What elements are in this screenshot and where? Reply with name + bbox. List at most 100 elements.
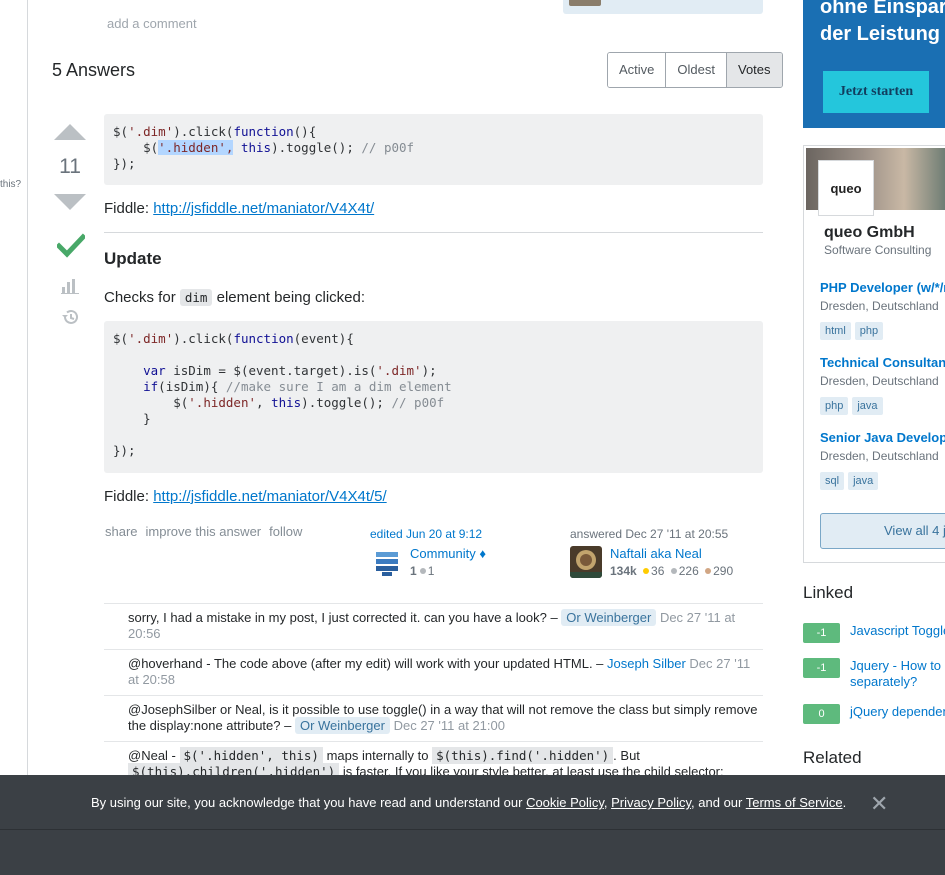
job-tag[interactable]: php [854,322,884,340]
ad-headline: ohne Einsparu der Leistung [820,0,945,45]
job-tag[interactable]: java [852,397,883,415]
author-bronze-count: 290 [713,564,734,578]
cookie-text-before: By using our site, you acknowledge that … [91,795,527,810]
editor-reputation: 11 [410,564,434,578]
checks-paragraph: Checks for dim element being clicked: [104,289,365,306]
code2-line: if(isDim){ //make sure I am a dim elemen… [143,379,452,394]
comments-list: sorry, I had a mistake in my post, I jus… [104,603,763,787]
linked-question-link[interactable]: Jquery - How to separately? [850,658,941,690]
cookie-divider [0,829,945,830]
upvote-arrow-icon[interactable] [54,124,86,140]
sidebar-advertisement[interactable]: ohne Einsparu der Leistung Jetzt starten [803,0,945,128]
editor-rep-score: 1 [410,564,417,578]
bronze-badge-icon [705,568,712,575]
linked-question-link[interactable]: Javascript Toggle [850,623,945,643]
comment-date-link[interactable]: Dec 27 '11 at 21:00 [394,718,505,733]
comment: @JosephSilber or Neal, is it possible to… [104,695,763,741]
job-tag[interactable]: java [848,472,879,490]
code2-line: $('.dim').click(function(event){ [113,331,354,346]
company-name-link[interactable]: queo GmbH [824,224,915,242]
company-jobs-card: queo queo GmbH Software Consulting PHP D… [803,145,945,563]
job-listing: Senior Java Developer Dresden, Deutschla… [820,430,945,490]
left-nav-border [27,0,28,775]
author-silver-count: 226 [678,564,699,578]
fiddle1-link[interactable]: http://jsfiddle.net/maniator/V4X4t/ [153,200,374,217]
horizontal-rule [104,232,763,233]
answer-sort-tabs: Active Oldest Votes [607,52,783,88]
comment-text: @hoverhand - The code above (after my ed… [128,656,608,671]
community-avatar[interactable] [374,546,406,578]
linked-heading: Linked [803,583,854,602]
code2-line: var isDim = $(event.target).is('.dim'); [143,363,437,378]
fiddle1-label: Fiddle: [104,200,154,217]
downvote-arrow-icon[interactable] [54,194,86,210]
inline-code-dim: dim [179,289,213,306]
view-all-jobs-button[interactable]: View all 4 jobs [820,513,945,549]
job-title-link[interactable]: Senior Java Developer [820,430,945,445]
edited-timestamp-link[interactable]: edited Jun 20 at 9:12 [370,527,482,541]
comment: @hoverhand - The code above (after my ed… [104,649,763,695]
job-listing: Technical Consultant Dresden, Deutschlan… [820,355,945,415]
author-gold-count: 36 [651,564,665,578]
cookie-policy-link[interactable]: Cookie Policy [526,795,604,810]
code2-line: }); [113,443,136,458]
comment-user-link[interactable]: Joseph Silber [607,656,686,671]
job-listing: PHP Developer (w/*/m) Dresden, Deutschla… [820,280,945,340]
follow-link[interactable]: follow [269,524,302,539]
fiddle2-label: Fiddle: [104,488,154,505]
sort-tab-oldest[interactable]: Oldest [666,53,727,87]
silver-badge-icon [670,568,677,575]
linked-score-badge[interactable]: 0 [803,704,840,724]
related-heading: Related [803,748,862,767]
comment: sorry, I had a mistake in my post, I jus… [104,603,763,649]
history-clock-icon[interactable] [60,308,80,326]
author-rep-score: 134k [610,564,637,578]
fiddle2-link[interactable]: http://jsfiddle.net/maniator/V4X4t/5/ [153,488,386,505]
author-reputation: 134k 36 226 290 [610,564,733,578]
job-tag[interactable]: html [820,322,851,340]
checks-text-after: element being clicked: [212,289,366,306]
code-block-1: $('.dim').click(function(){ $('.hidden',… [104,114,763,185]
sort-tab-votes[interactable]: Votes [726,53,782,87]
job-location: Dresden, Deutschland [820,374,939,388]
linked-question-link[interactable]: jQuery dependency [850,704,945,724]
job-tag[interactable]: php [820,397,849,415]
ad-cta-button[interactable]: Jetzt starten [823,71,929,113]
job-tag[interactable]: sql [820,472,845,490]
code1-line-3: }); [113,156,136,171]
vote-count: 11 [59,155,81,178]
linked-question: 0 jQuery dependency [803,704,945,724]
left-question-cut-text: this? [0,179,22,190]
author-avatar[interactable] [570,546,602,578]
linked-score-badge[interactable]: -1 [803,658,840,678]
editor-signature: edited Jun 20 at 9:12 Community ♦ 11 [370,526,560,578]
update-heading: Update [104,249,162,268]
code-block-2: $('.dim').click(function(event){ var isD… [104,321,763,473]
share-link[interactable]: share [105,524,138,539]
job-title-link[interactable]: PHP Developer (w/*/m) [820,280,945,295]
linked-question: -1 Jquery - How to separately? [803,658,945,690]
cookie-consent-text: By using our site, you acknowledge that … [91,795,846,810]
company-logo[interactable]: queo [818,160,874,216]
code2-line: } [113,411,151,426]
answered-timestamp: answered Dec 27 '11 at 20:55 [570,527,729,541]
author-name-link[interactable]: Naftali aka Neal [610,546,702,561]
editor-name-link[interactable]: Community ♦ [410,546,486,561]
author-signature: answered Dec 27 '11 at 20:55 Naftali aka… [570,526,763,578]
moderator-diamond-icon: ♦ [479,546,487,561]
job-title-link[interactable]: Technical Consultant [820,355,945,370]
improve-answer-link[interactable]: improve this answer [146,524,262,539]
privacy-policy-link[interactable]: Privacy Policy [611,795,691,810]
code2-line: $('.hidden', this).toggle(); // p00f [113,395,445,410]
checks-text-before: Checks for [104,289,180,306]
add-comment-link[interactable]: add a comment [107,16,197,31]
activity-chart-icon[interactable] [61,278,79,294]
close-icon[interactable]: ✕ [870,791,888,817]
linked-score-badge[interactable]: -1 [803,623,840,643]
comment-user-link[interactable]: Or Weinberger [561,609,657,626]
comment-user-link[interactable]: Or Weinberger [294,717,390,734]
comment-text: sorry, I had a mistake in my post, I jus… [128,610,562,625]
linked-question: -1 Javascript Toggle [803,623,945,643]
sort-tab-active[interactable]: Active [608,53,667,87]
terms-of-service-link[interactable]: Terms of Service [746,795,843,810]
